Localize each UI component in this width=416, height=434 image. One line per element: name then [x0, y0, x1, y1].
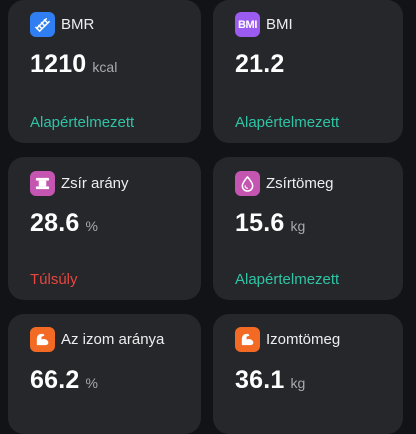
fat-mass-status: Alapértelmezett: [235, 271, 340, 288]
fat-drop-icon: [235, 171, 260, 196]
bmi-icon: BMI: [235, 12, 260, 37]
bmr-card[interactable]: BMR 1210 kcal Alapértelmezett: [8, 0, 201, 143]
muscle-mass-value: 36.1: [235, 366, 285, 394]
muscle-arm-icon: [235, 327, 260, 352]
muscle-mass-label: Izomtömeg: [266, 331, 341, 348]
bmr-status: Alapértelmezett: [30, 114, 135, 131]
muscle-mass-card[interactable]: Izomtömeg 36.1 kg: [213, 314, 403, 434]
bmi-value: 21.2: [235, 50, 285, 78]
fat-ratio-label: Zsír arány: [61, 175, 129, 192]
body-fat-icon: [30, 171, 55, 196]
fat-mass-card[interactable]: Zsírtömeg 15.6 kg Alapértelmezett: [213, 157, 403, 300]
fat-ratio-status: Túlsúly: [30, 271, 78, 288]
fat-mass-label: Zsírtömeg: [266, 175, 334, 192]
muscle-ratio-unit: %: [85, 375, 98, 391]
fat-ratio-card[interactable]: Zsír arány 28.6 % Túlsúly: [8, 157, 201, 300]
muscle-ratio-label: Az izom aránya: [61, 331, 165, 348]
bmr-unit: kcal: [92, 59, 118, 75]
fat-mass-value: 15.6: [235, 209, 285, 237]
fat-mass-unit: kg: [290, 218, 306, 234]
bmr-value: 1210: [30, 50, 87, 78]
bmi-card[interactable]: BMI BMI 21.2 Alapértelmezett: [213, 0, 403, 143]
fat-ratio-unit: %: [85, 218, 98, 234]
bmi-label: BMI: [266, 16, 293, 33]
muscle-ratio-value: 66.2: [30, 366, 80, 394]
bmi-icon-text: BMI: [238, 18, 257, 31]
fat-ratio-value: 28.6: [30, 209, 80, 237]
muscle-arm-icon: [30, 327, 55, 352]
bmr-icon: [30, 12, 55, 37]
bmr-label: BMR: [61, 16, 95, 33]
muscle-mass-unit: kg: [290, 375, 306, 391]
muscle-ratio-card[interactable]: Az izom aránya 66.2 %: [8, 314, 201, 434]
bmi-status: Alapértelmezett: [235, 114, 340, 131]
